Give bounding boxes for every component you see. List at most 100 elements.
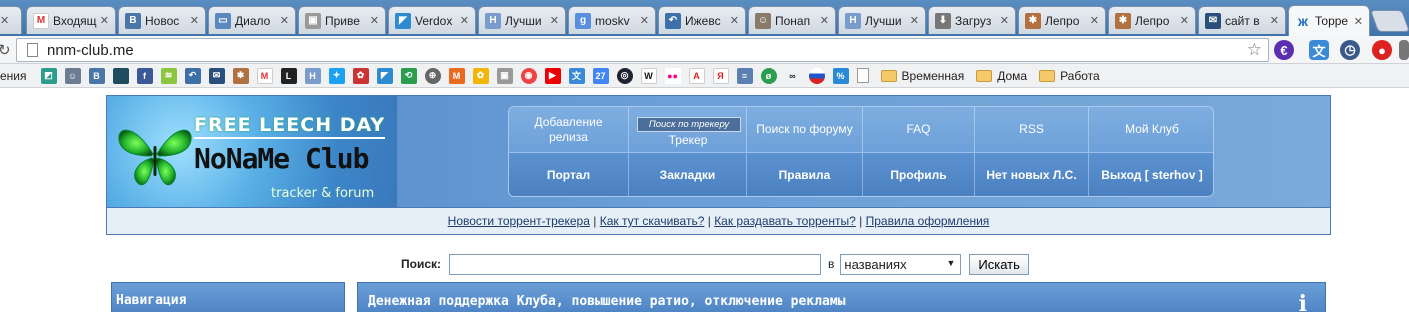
refresh-green-icon[interactable]: ⟲ bbox=[400, 67, 417, 84]
flower-icon[interactable]: ✿ bbox=[472, 67, 489, 84]
bookmark-icon[interactable] bbox=[112, 67, 129, 84]
facebook-icon[interactable]: f bbox=[136, 67, 153, 84]
bookmark-icon[interactable]: ∞ bbox=[785, 68, 801, 84]
calendar-icon[interactable]: 27 bbox=[592, 67, 609, 84]
reel-icon[interactable]: ⊕ bbox=[424, 67, 441, 84]
tab-close-icon[interactable]: ✕ bbox=[280, 14, 289, 27]
russia-flag-icon[interactable] bbox=[808, 67, 825, 84]
tab-close-icon[interactable]: ✕ bbox=[1090, 14, 1099, 27]
nav-bookmarks[interactable]: Закладки bbox=[629, 153, 747, 196]
bookmark-icon[interactable]: ◩ bbox=[40, 67, 57, 84]
vk-icon[interactable]: В bbox=[88, 67, 105, 84]
tab-close-icon[interactable]: ✕ bbox=[730, 14, 739, 27]
nav-rss[interactable]: RSS bbox=[975, 107, 1089, 152]
browser-tab[interactable]: ✱ Лепро ✕ bbox=[1108, 6, 1196, 34]
bookmark-icon[interactable]: ◎ bbox=[616, 67, 633, 84]
nav-add-release[interactable]: Добавление релиза bbox=[509, 107, 629, 152]
bookmark-star-icon[interactable]: ☆ bbox=[1247, 40, 1262, 60]
browser-tab[interactable]: ↶ Ижевс ✕ bbox=[658, 6, 746, 34]
browser-tab[interactable]: ✱ Лепро ✕ bbox=[1018, 6, 1106, 34]
tab-close-icon[interactable]: ✕ bbox=[1270, 14, 1279, 27]
reload-icon[interactable]: ↻ bbox=[0, 41, 11, 59]
tracker-search-button[interactable]: Поиск по трекеру bbox=[637, 117, 741, 132]
wikipedia-icon[interactable]: W bbox=[640, 67, 657, 84]
tab-close-icon[interactable]: ✕ bbox=[1354, 15, 1363, 28]
bookmark-folder[interactable]: Работа bbox=[1039, 69, 1100, 83]
browser-tab[interactable]: H Лучши ✕ bbox=[478, 6, 566, 34]
mail-icon[interactable]: ✉ bbox=[208, 67, 225, 84]
tab-close-icon[interactable]: ✕ bbox=[100, 14, 109, 27]
nav-tracker[interactable]: Поиск по трекеру Трекер bbox=[629, 107, 747, 152]
bookmark-item[interactable]: ения bbox=[0, 69, 27, 83]
bookmark-icon[interactable]: ≋ bbox=[160, 67, 177, 84]
m-icon[interactable]: M bbox=[448, 67, 465, 84]
browser-tab[interactable]: M Входящ ✕ bbox=[26, 6, 116, 34]
bookmark-icon[interactable]: ≡ bbox=[736, 67, 753, 84]
translate-icon[interactable]: 文 bbox=[568, 67, 585, 84]
yandex-icon[interactable]: Я bbox=[712, 67, 729, 84]
search-scope-select[interactable]: названиях ▼ bbox=[840, 253, 962, 275]
menu-icon[interactable] bbox=[1399, 40, 1409, 60]
h-icon[interactable]: H bbox=[304, 67, 321, 84]
tab-close-icon[interactable]: ✕ bbox=[0, 14, 9, 27]
tv-icon[interactable]: ▣ bbox=[496, 67, 513, 84]
nav-portal[interactable]: Портал bbox=[509, 153, 629, 196]
bookmark-folder[interactable]: Дома bbox=[976, 69, 1027, 83]
bookmark-icon[interactable]: ✿ bbox=[352, 67, 369, 84]
youtube-icon[interactable]: ▶ bbox=[544, 67, 561, 84]
nav-forum-search[interactable]: Поиск по форуму bbox=[747, 107, 863, 152]
back-arrow-icon[interactable]: ↶ bbox=[184, 67, 201, 84]
browser-tab[interactable]: ▭ Диало ✕ bbox=[208, 6, 296, 34]
tab-close-icon[interactable]: ✕ bbox=[1000, 14, 1009, 27]
tab-close-icon[interactable]: ✕ bbox=[370, 14, 379, 27]
browser-tab[interactable]: ▣ Приве ✕ bbox=[298, 6, 386, 34]
link-how-to-seed[interactable]: Как раздавать торренты? bbox=[714, 214, 856, 228]
new-tab-button[interactable] bbox=[1369, 10, 1409, 32]
search-button[interactable]: Искать bbox=[969, 253, 1029, 275]
browser-tab[interactable]: ☺ Понап ✕ bbox=[748, 6, 836, 34]
tab-close-icon[interactable]: ✕ bbox=[910, 14, 919, 27]
nav-private-messages[interactable]: Нет новых Л.С. bbox=[975, 153, 1089, 196]
nav-logout[interactable]: Выход [ sterhov ] bbox=[1089, 153, 1213, 196]
link-how-to-download[interactable]: Как тут скачивать? bbox=[600, 214, 705, 228]
lepra-icon[interactable]: ✱ bbox=[232, 67, 249, 84]
bookmark-icon[interactable]: ø bbox=[760, 67, 777, 84]
verdox-icon[interactable]: ◤ bbox=[376, 67, 393, 84]
browser-tab[interactable]: H Лучши ✕ bbox=[838, 6, 926, 34]
nav-profile[interactable]: Профиль bbox=[863, 153, 975, 196]
browser-tab[interactable]: g moskv ✕ bbox=[568, 6, 656, 34]
browser-tab[interactable]: ⬇ Загруз ✕ bbox=[928, 6, 1016, 34]
euro-extension-icon[interactable]: € bbox=[1274, 40, 1294, 60]
tab-close-icon[interactable]: ✕ bbox=[820, 14, 829, 27]
tab-close-icon[interactable]: ✕ bbox=[550, 14, 559, 27]
tab-close-icon[interactable]: ✕ bbox=[190, 14, 199, 27]
clock-extension-icon[interactable]: ◷ bbox=[1340, 40, 1360, 60]
link-posting-rules[interactable]: Правила оформления bbox=[866, 214, 990, 228]
browser-tab-active[interactable]: ж Торре ✕ bbox=[1288, 5, 1370, 36]
browser-tab[interactable]: ◤ Verdox ✕ bbox=[388, 6, 476, 34]
nav-my-club[interactable]: Мой Клуб bbox=[1089, 107, 1213, 152]
percent-icon[interactable]: % bbox=[832, 67, 849, 84]
tab-close-icon[interactable]: ✕ bbox=[1180, 14, 1189, 27]
browser-tab[interactable]: В Новос ✕ bbox=[118, 6, 206, 34]
picasa-icon[interactable]: ◉ bbox=[520, 67, 537, 84]
person-icon[interactable]: ☺ bbox=[64, 67, 81, 84]
info-icon[interactable]: i bbox=[1299, 291, 1307, 312]
acrobat-icon[interactable]: A bbox=[688, 67, 705, 84]
tab-close-icon[interactable]: ✕ bbox=[640, 14, 649, 27]
notice-title[interactable]: Денежная поддержка Клуба, повышение рати… bbox=[368, 294, 845, 309]
browser-tab[interactable]: ✕ bbox=[0, 6, 22, 34]
twitter-icon[interactable]: ✦ bbox=[328, 67, 345, 84]
site-logo[interactable]: FREE LEECH DAY NoNaMe Club tracker & for… bbox=[107, 96, 397, 207]
bookmark-folder[interactable]: Временная bbox=[880, 69, 964, 83]
gmail-icon[interactable]: M bbox=[256, 67, 273, 84]
l-icon[interactable]: L bbox=[280, 67, 297, 84]
tab-close-icon[interactable]: ✕ bbox=[460, 14, 469, 27]
document-icon[interactable] bbox=[856, 68, 869, 83]
translate-extension-icon[interactable]: 文 bbox=[1309, 40, 1329, 60]
adblock-extension-icon[interactable]: ● bbox=[1372, 40, 1392, 60]
address-bar[interactable]: nnm-club.me ☆ bbox=[16, 38, 1269, 62]
nav-rules[interactable]: Правила bbox=[747, 153, 863, 196]
link-tracker-news[interactable]: Новости торрент-трекера bbox=[448, 214, 590, 228]
flickr-icon[interactable]: ●● bbox=[664, 67, 681, 84]
